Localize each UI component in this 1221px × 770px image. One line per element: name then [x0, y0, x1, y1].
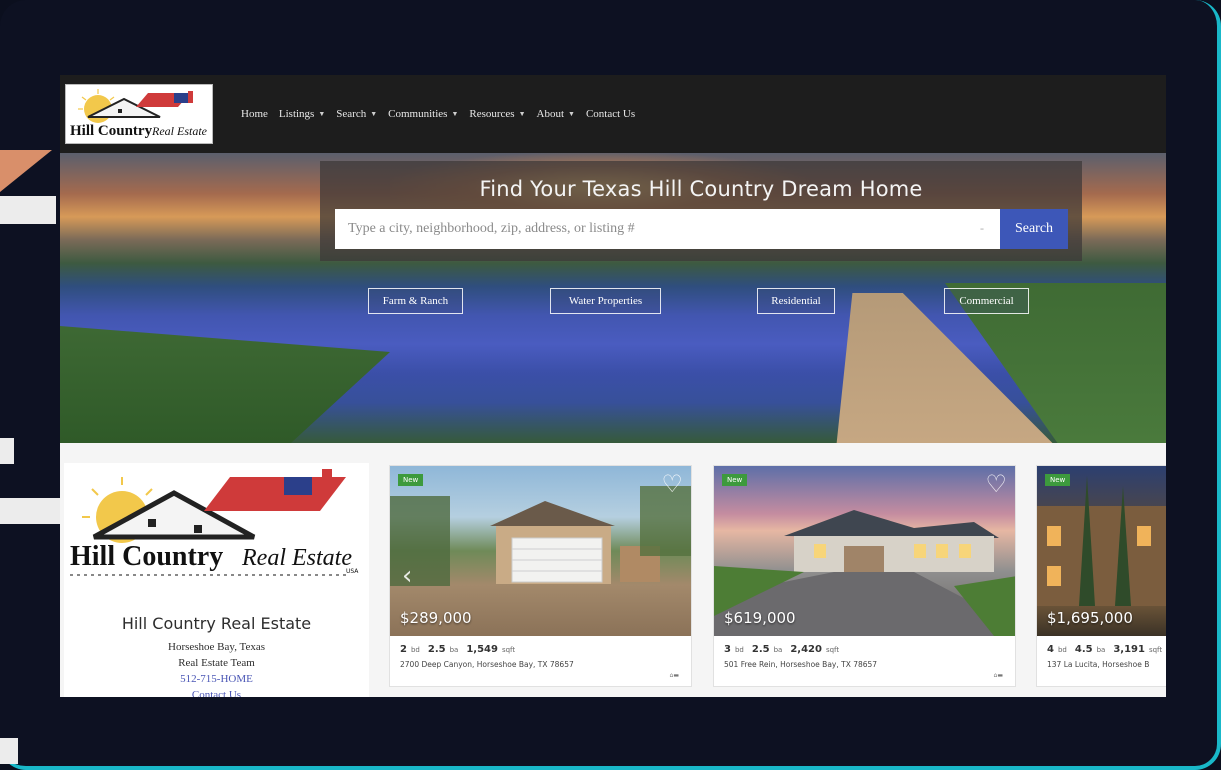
nav-label: Home [241, 108, 268, 120]
beds-unit: bd [734, 646, 744, 654]
new-badge: New [1045, 474, 1071, 486]
sqft-value: 2,420 [790, 644, 822, 655]
beds-value: 4 [1047, 644, 1054, 655]
new-badge: New [398, 474, 424, 486]
listing-photo[interactable]: New $1,695,000 [1037, 466, 1166, 636]
agent-location: Horseshoe Bay, Texas [168, 641, 265, 653]
caret-down-icon: ▼ [518, 110, 526, 118]
caret-down-icon: ▼ [370, 110, 378, 118]
hero-banner: Find Your Texas Hill Country Dream Home … [60, 153, 1166, 443]
baths-unit: ba [1096, 646, 1106, 654]
heart-icon[interactable]: ♡ [985, 470, 1007, 498]
listing-address: 2700 Deep Canyon, Horseshoe Bay, TX 7865… [400, 660, 574, 669]
listing-card[interactable]: New ♡ $619,000 3 bd 2.5 ba 2,420 sqft 501 F… [713, 465, 1016, 687]
search-input[interactable] [335, 209, 1000, 249]
baths-unit: ba [773, 646, 783, 654]
decor-block [0, 498, 60, 524]
decor-block [0, 438, 14, 464]
nav-label: Listings [278, 108, 315, 120]
listing-specs: 4 bd 4.5 ba 3,191 sqft [1047, 644, 1166, 655]
nav-label: Resources [469, 108, 515, 120]
agent-logo-title: Hill Country [70, 541, 223, 572]
nav-item-about[interactable]: About ▼ [537, 108, 575, 120]
agent-phone-link[interactable]: 512-715-HOME [64, 673, 369, 685]
nav-label: Communities [388, 108, 448, 120]
decor-block [0, 196, 56, 224]
mls-logo-icon: ⌂▬ [993, 672, 1003, 679]
listing-specs: 3 bd 2.5 ba 2,420 sqft [724, 644, 843, 655]
agent-logo-script: Real Estate [241, 545, 352, 571]
beds-unit: bd [410, 646, 420, 654]
chevron-left-icon[interactable]: ‹ [402, 561, 412, 591]
mls-logo-icon: ⌂▬ [669, 672, 679, 679]
hero-trees-left [60, 326, 390, 443]
agent-name: Hill Country Real Estate [121, 614, 312, 633]
nav-label: Contact Us [585, 108, 636, 120]
nav-label: About [536, 108, 565, 120]
agent-contact-link[interactable]: Contact Us [64, 689, 369, 697]
listing-price: $1,695,000 [1047, 609, 1133, 627]
nav-item-home[interactable]: Home [241, 108, 268, 120]
listing-price: $619,000 [724, 609, 796, 627]
beds-unit: bd [1057, 646, 1067, 654]
baths-value: 2.5 [427, 644, 446, 655]
beds-value: 3 [724, 644, 731, 655]
search-button[interactable]: Search [1000, 209, 1068, 249]
sqft-value: 3,191 [1113, 644, 1145, 655]
heart-icon[interactable]: ♡ [661, 470, 683, 498]
agent-logo: Hill Country Real Estate USA [70, 469, 359, 576]
agent-logo-suffix: USA [346, 568, 359, 575]
listing-card[interactable]: ‹ New ♡ $289,000 2 bd 2.5 ba 1,549 sqft 270… [389, 465, 692, 687]
sqft-unit: sqft [1148, 646, 1163, 654]
decor-block [0, 738, 18, 764]
listing-address: 137 La Lucita, Horseshoe B [1047, 660, 1150, 669]
nav-item-listings[interactable]: Listings ▼ [279, 108, 325, 120]
featured-section: Hill Country Real Estate USA Hill Countr… [60, 443, 1166, 697]
baths-value: 4.5 [1074, 644, 1093, 655]
listing-photo[interactable]: New ♡ $619,000 [714, 466, 1015, 636]
hero-title: Find Your Texas Hill Country Dream Home [479, 177, 923, 201]
category-commercial-button[interactable]: Commercial [944, 288, 1029, 314]
category-residential-button[interactable]: Residential [757, 288, 835, 314]
category-farm-ranch-button[interactable]: Farm & Ranch [368, 288, 463, 314]
listing-specs: 2 bd 2.5 ba 1,549 sqft [400, 644, 519, 655]
category-water-properties-button[interactable]: Water Properties [550, 288, 661, 314]
listing-address: 501 Free Rein, Horseshoe Bay, TX 78657 [724, 660, 878, 669]
sqft-value: 1,549 [466, 644, 498, 655]
corner-accent [0, 150, 52, 192]
agent-card: Hill Country Real Estate USA Hill Countr… [64, 463, 369, 697]
new-badge: New [722, 474, 748, 486]
baths-value: 2.5 [751, 644, 770, 655]
site-logo[interactable]: Hill Country Real Estate [65, 84, 213, 144]
caret-down-icon: ▼ [451, 110, 459, 118]
logo-title: Hill Country [70, 123, 153, 139]
logo-script: Real Estate [151, 124, 208, 138]
top-nav: Hill Country Real Estate Home Listings ▼ … [60, 75, 1166, 153]
caret-down-icon: ▼ [568, 110, 575, 118]
agent-team: Real Estate Team [178, 657, 255, 669]
nav-item-search[interactable]: Search ▼ [336, 108, 377, 120]
sqft-unit: sqft [825, 646, 840, 654]
browser-viewport: Hill Country Real Estate Home Listings ▼ … [60, 75, 1166, 697]
listing-card[interactable]: New $1,695,000 4 bd 4.5 ba 3,191 sqft 137 L… [1036, 465, 1166, 687]
caret-down-icon: ▼ [318, 110, 326, 118]
search-panel: Find Your Texas Hill Country Dream Home … [320, 161, 1082, 261]
search-clear-icon[interactable]: - [980, 221, 984, 236]
beds-value: 2 [400, 644, 407, 655]
nav-label: Search [336, 108, 367, 120]
main-menu: Home Listings ▼ Search ▼ Communities ▼ Reso… [241, 108, 635, 120]
listing-price: $289,000 [400, 609, 472, 627]
sqft-unit: sqft [501, 646, 516, 654]
listing-photo[interactable]: ‹ New ♡ $289,000 [390, 466, 691, 636]
baths-unit: ba [449, 646, 459, 654]
nav-item-communities[interactable]: Communities ▼ [388, 108, 458, 120]
nav-item-contact[interactable]: Contact Us [586, 108, 635, 120]
nav-item-resources[interactable]: Resources ▼ [469, 108, 525, 120]
